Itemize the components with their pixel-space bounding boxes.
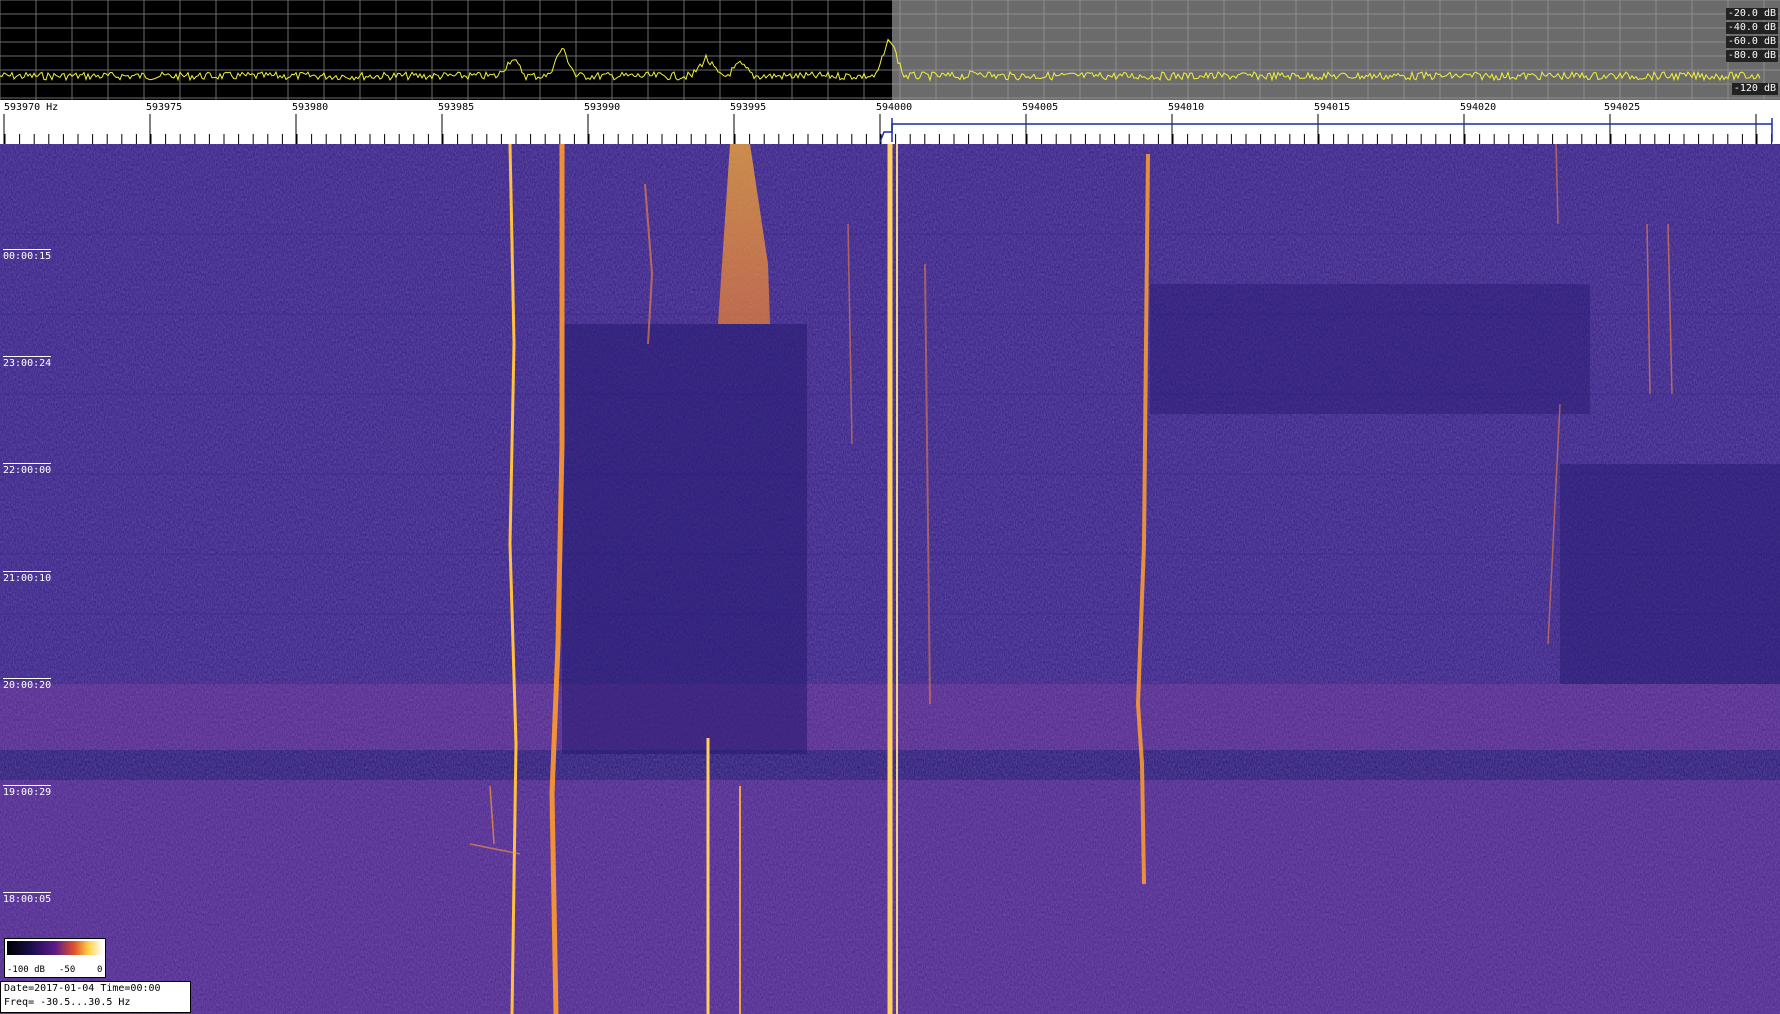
freq-label: 594005 [1022,102,1059,113]
freq-label: 593975 [146,102,183,113]
freq-label: 593995 [730,102,767,113]
freq-label: 593970 Hz [4,102,59,113]
db-label-2: -40.0 dB [1725,22,1778,34]
info-date-time: Date=2017-01-04 Time=00:00 [4,983,161,994]
freq-label: 593980 [292,102,329,113]
db-label-3: -60.0 dB [1725,36,1778,48]
waterfall-image [0,144,1780,1014]
freq-label: 593990 [584,102,621,113]
time-label: 21:00:10 [3,571,52,584]
legend-max-label: 0 [97,965,103,975]
time-label: 22:00:00 [3,463,52,476]
color-legend: -100 dB -50 0 [4,938,106,978]
time-label: 23:00:24 [3,356,52,369]
time-label: 19:00:29 [3,785,52,798]
freq-label: 594015 [1314,102,1351,113]
colormap-bar [7,941,103,955]
spectrum-trace [0,38,1761,82]
db-label-1: -20.0 dB [1725,8,1778,20]
legend-min-label: -100 dB [7,965,45,975]
freq-label: 593985 [438,102,475,113]
db-label-5: -120 dB [1731,83,1778,95]
freq-label: 594020 [1460,102,1497,113]
spectrum-panel[interactable]: -20.0 dB -40.0 dB -60.0 dB -80.0 dB -120… [0,0,1780,100]
waterfall-display[interactable]: 00:00:15 23:00:24 22:00:00 21:00:10 20:00:20… [0,144,1780,1014]
time-label: 18:00:05 [3,892,52,905]
freq-label: 594000 [876,102,913,113]
time-label: 20:00:20 [3,678,52,691]
time-label: 00:00:15 [3,249,52,262]
spectrum-plot [0,0,1780,100]
db-label-4: -80.0 dB [1725,50,1778,62]
info-frequency-range: Freq= -30.5...30.5 Hz [4,997,131,1008]
freq-label: 594010 [1168,102,1205,113]
info-box: Date=2017-01-04 Time=00:00 Freq= -30.5..… [0,981,191,1013]
legend-mid-label: -50 [59,965,76,975]
frequency-scale[interactable]: 593970 Hz 593975 593980 593985 593990 593995 5… [0,100,1780,145]
freq-label: 594025 [1604,102,1641,113]
tuning-marker-icon [879,118,1773,143]
